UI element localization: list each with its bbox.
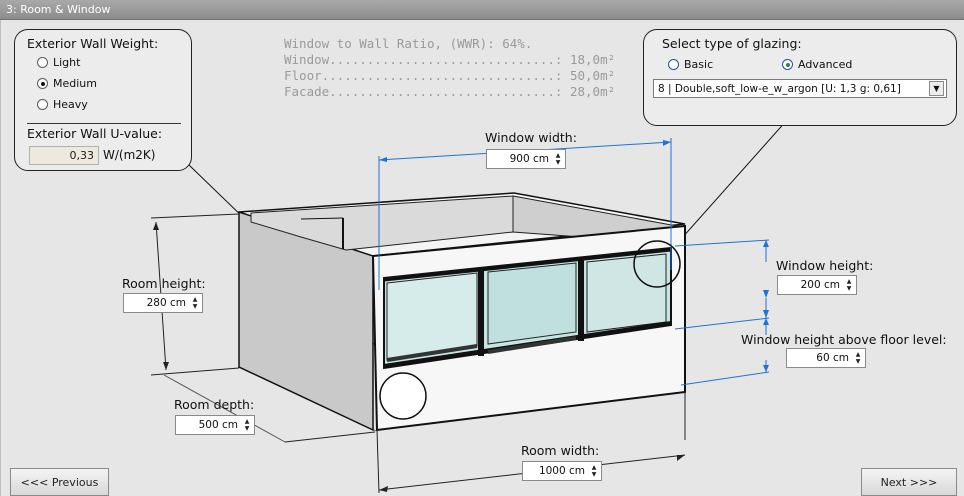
- window-width-label: Window width:: [485, 130, 577, 145]
- spinner-arrows-icon[interactable]: ▲ ▼: [242, 416, 252, 434]
- radio-dot-selected-icon: [782, 59, 793, 70]
- glazing-heading: Select type of glazing:: [662, 36, 802, 51]
- radio-dot-icon: [668, 59, 679, 70]
- room-depth-spinner[interactable]: 500 cm ▲ ▼: [175, 415, 255, 435]
- spinner-arrows-icon[interactable]: ▲ ▼: [553, 150, 563, 168]
- room-height-spinner[interactable]: 280 cm ▲ ▼: [123, 293, 203, 313]
- window-height-above-floor-spinner[interactable]: 60 cm ▲ ▼: [786, 348, 866, 368]
- window-height-above-floor-value: 60 cm: [816, 352, 849, 364]
- stat-floor-area: Floor...............................: 50…: [284, 68, 616, 83]
- u-value-heading: Exterior Wall U-value:: [27, 126, 163, 141]
- room-depth-value: 500 cm: [198, 419, 238, 431]
- stat-window-area: Window..............................: 18…: [284, 52, 616, 67]
- stat-facade-area: Facade..............................: 28…: [284, 84, 616, 99]
- room-width-spinner[interactable]: 1000 cm ▲ ▼: [522, 461, 602, 481]
- u-value-field[interactable]: 0,33: [29, 146, 99, 165]
- spinner-arrows-icon[interactable]: ▲ ▼: [589, 462, 599, 480]
- main-panel: Exterior Wall Weight: Light Medium Heavy…: [0, 20, 964, 496]
- glazing-basic-radio[interactable]: Basic: [668, 58, 713, 71]
- wall-weight-panel: Exterior Wall Weight: Light Medium Heavy…: [14, 29, 192, 171]
- window-height-label: Window height:: [776, 258, 874, 273]
- wall-weight-medium-label: Medium: [53, 77, 97, 90]
- chevron-down-icon[interactable]: ▼: [929, 81, 944, 96]
- window-height-above-floor-label: Window height above floor level:: [741, 332, 947, 347]
- window-height-spinner[interactable]: 200 cm ▲ ▼: [777, 275, 857, 295]
- wwr-ratio: Window to Wall Ratio, (WWR): 64%.: [284, 36, 533, 51]
- radio-dot-icon: [37, 99, 48, 110]
- window-width-spinner[interactable]: 900 cm ▲ ▼: [486, 149, 566, 169]
- window-pane-3: [586, 253, 667, 333]
- wall-highlight-circle: [379, 372, 427, 420]
- room-height-value: 280 cm: [146, 297, 186, 309]
- next-button[interactable]: Next >>>: [861, 468, 957, 496]
- window-pane-2: [487, 262, 577, 345]
- glazing-type-value: 8 | Double,soft_low-e_w_argon [U: 1,3 g:…: [658, 82, 901, 95]
- window-title: 3: Room & Window: [0, 0, 964, 20]
- room-width-label: Room width:: [521, 443, 600, 458]
- window-height-value: 200 cm: [800, 279, 840, 291]
- glazing-advanced-label: Advanced: [798, 58, 853, 71]
- glazing-advanced-radio[interactable]: Advanced: [782, 58, 852, 71]
- wall-weight-heavy-label: Heavy: [53, 98, 88, 111]
- room-height-label: Room height:: [122, 276, 206, 291]
- wall-weight-light-label: Light: [53, 56, 81, 69]
- wall-weight-medium-radio[interactable]: Medium: [37, 77, 97, 90]
- glazing-panel: Select type of glazing: Basic Advanced 8…: [643, 29, 957, 126]
- spinner-arrows-icon[interactable]: ▲ ▼: [190, 294, 200, 312]
- wall-weight-heavy-radio[interactable]: Heavy: [37, 98, 88, 111]
- glazing-type-dropdown[interactable]: 8 | Double,soft_low-e_w_argon [U: 1,3 g:…: [653, 79, 947, 98]
- glazing-basic-label: Basic: [684, 58, 714, 71]
- radio-dot-selected-icon: [37, 78, 48, 89]
- window-width-value: 900 cm: [509, 153, 549, 165]
- previous-button[interactable]: <<< Previous: [10, 468, 109, 496]
- spinner-arrows-icon[interactable]: ▲ ▼: [853, 349, 863, 367]
- radio-dot-icon: [37, 57, 48, 68]
- spinner-arrows-icon[interactable]: ▲ ▼: [844, 276, 854, 294]
- wall-weight-divider: [27, 123, 181, 124]
- wall-weight-light-radio[interactable]: Light: [37, 56, 80, 69]
- room-depth-label: Room depth:: [174, 397, 255, 412]
- wall-weight-heading: Exterior Wall Weight:: [27, 36, 159, 51]
- room-width-value: 1000 cm: [538, 465, 585, 477]
- u-value-unit: W/(m2K): [103, 148, 156, 162]
